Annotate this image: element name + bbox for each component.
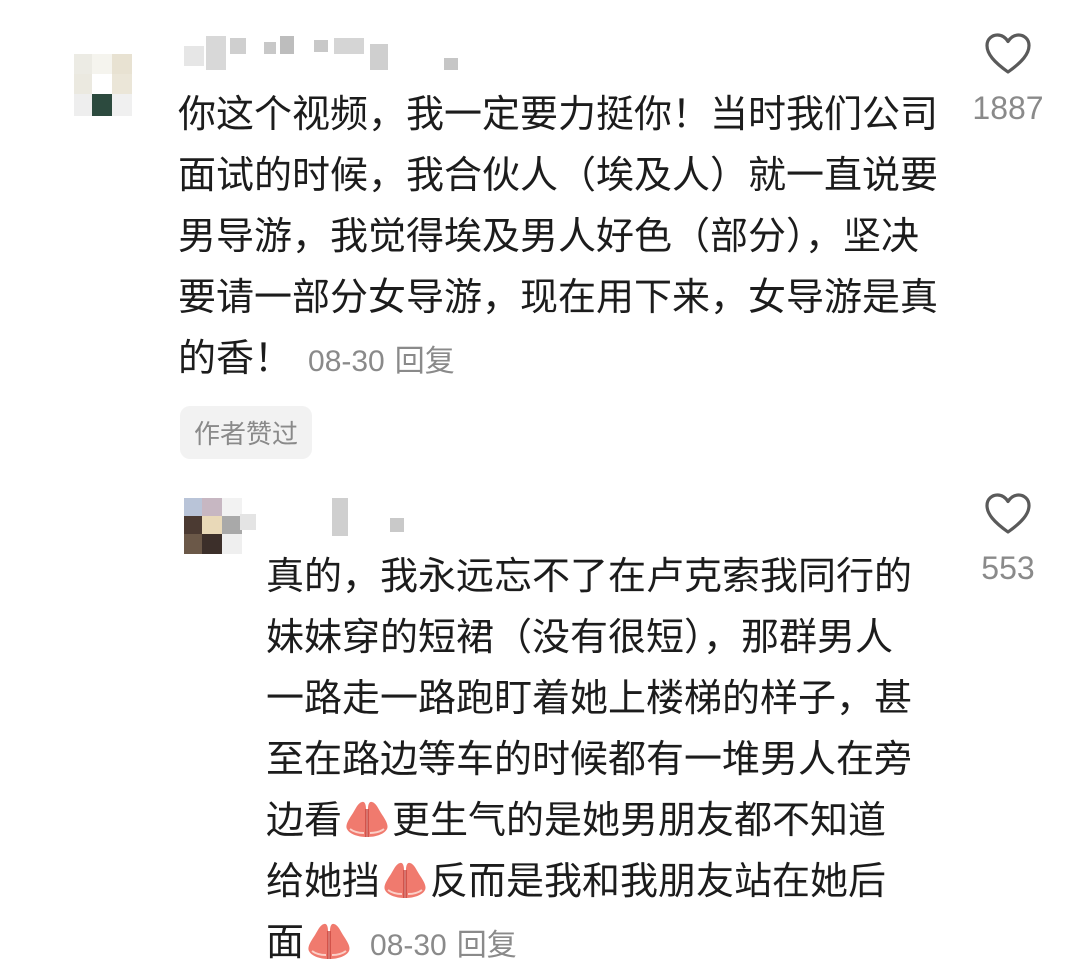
comment-text: 真的，我永远忘不了在卢克索我同行的妹妹穿的短裙（没有很短），那群男人一路走一路跑… (266, 546, 916, 976)
like-count: 1887 (972, 90, 1044, 126)
like-control[interactable]: 1887 (948, 32, 1068, 127)
heart-outline-icon[interactable] (984, 492, 1032, 536)
like-count: 553 (981, 550, 1035, 586)
comment-date: 08-30 (370, 929, 447, 962)
reply-button[interactable]: 回复 (457, 928, 517, 963)
author-liked-badge: 作者赞过 (180, 406, 313, 459)
like-control[interactable]: 553 (948, 492, 1068, 587)
heart-outline-icon[interactable] (984, 32, 1032, 76)
comment-body: 你这个视频，我一定要力挺你！当时我们公司面试的时候，我合伙人（埃及人）就一直说要… (178, 92, 939, 380)
avatar[interactable] (74, 54, 132, 116)
folded-hands-icon (346, 801, 388, 837)
username[interactable] (184, 36, 484, 76)
username[interactable] (240, 498, 420, 542)
comment-date: 08-30 (308, 345, 385, 378)
folded-hands-icon (308, 923, 350, 959)
avatar[interactable] (184, 498, 242, 554)
folded-hands-icon (384, 862, 426, 898)
comment-text: 你这个视频，我一定要力挺你！当时我们公司面试的时候，我合伙人（埃及人）就一直说要… (178, 84, 938, 392)
reply-button[interactable]: 回复 (395, 344, 455, 379)
